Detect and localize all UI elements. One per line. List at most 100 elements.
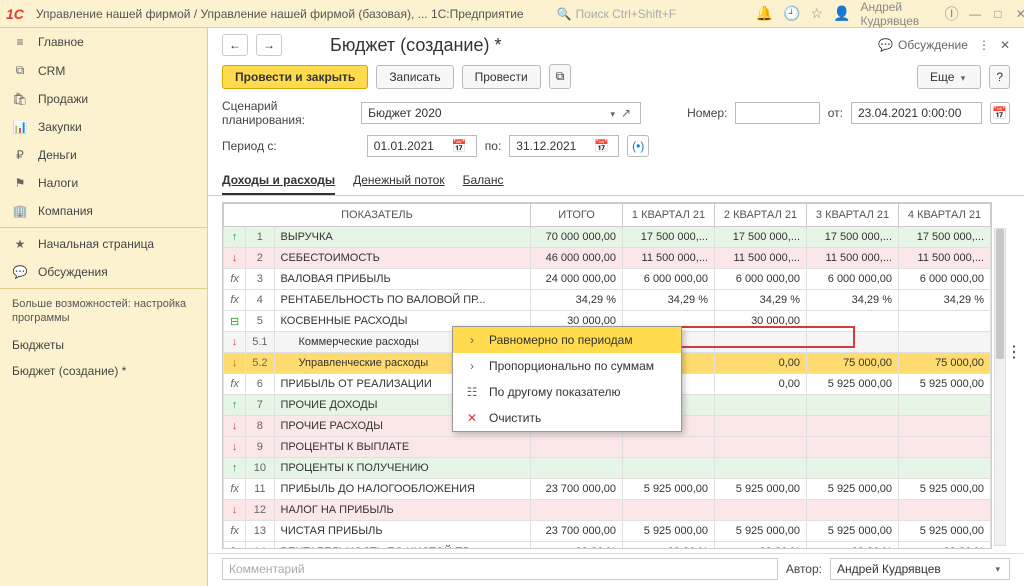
calendar-icon[interactable]: 📅 — [591, 139, 612, 153]
cell-value[interactable]: 5 925 000,00 — [807, 521, 899, 542]
cell-value[interactable] — [715, 332, 807, 353]
col-header[interactable]: 3 КВАРТАЛ 21 — [807, 204, 899, 227]
cell-value[interactable] — [531, 500, 623, 521]
cell-value[interactable]: 5 925 000,00 — [623, 521, 715, 542]
cell-value[interactable] — [807, 416, 899, 437]
cell-value[interactable]: 23 700 000,00 — [531, 479, 623, 500]
user-name[interactable]: Андрей Кудрявцев — [860, 0, 934, 28]
table-row[interactable]: ↓9ПРОЦЕНТЫ К ВЫПЛАТЕ — [224, 437, 991, 458]
cell-value[interactable]: 33,86 % — [623, 542, 715, 550]
cell-value[interactable]: 11 500 000,... — [807, 248, 899, 269]
cell-value[interactable]: 33,86 % — [531, 542, 623, 550]
col-header[interactable]: 4 КВАРТАЛ 21 — [899, 204, 991, 227]
sidebar-link-1[interactable]: Бюджеты — [0, 332, 207, 358]
context-menu-item-3[interactable]: ✕Очистить — [453, 405, 681, 431]
cell-value[interactable] — [715, 416, 807, 437]
table-row[interactable]: ↓2СЕБЕСТОИМОСТЬ46 000 000,0011 500 000,.… — [224, 248, 991, 269]
close-doc-button[interactable]: ✕ — [1000, 38, 1010, 52]
table-row[interactable]: ↑10ПРОЦЕНТЫ К ПОЛУЧЕНИЮ — [224, 458, 991, 479]
cell-value[interactable] — [899, 458, 991, 479]
sidebar-item-6[interactable]: 🏢Компания — [0, 197, 207, 225]
cell-value[interactable]: 33,86 % — [715, 542, 807, 550]
discuss-button[interactable]: 💬 Обсуждение — [878, 38, 968, 52]
calendar-button[interactable]: 📅 — [990, 102, 1011, 124]
sidebar-link-2[interactable]: Бюджет (создание) * — [0, 358, 207, 384]
cell-value[interactable] — [899, 311, 991, 332]
cell-value[interactable] — [715, 458, 807, 479]
author-combo[interactable]: Андрей Кудрявцев▾ — [830, 558, 1010, 580]
cell-value[interactable]: 0,00 — [715, 374, 807, 395]
cell-value[interactable]: 5 925 000,00 — [899, 479, 991, 500]
sidebar-item-5[interactable]: ⚑Налоги — [0, 169, 207, 197]
comment-input[interactable]: Комментарий — [222, 558, 778, 580]
star-icon[interactable]: ☆ — [810, 5, 823, 22]
context-menu-item-1[interactable]: ›Пропорционально по суммам — [453, 353, 681, 379]
sidebar-link-0[interactable]: Больше возможностей: настройка программы — [0, 291, 207, 332]
cell-value[interactable] — [623, 458, 715, 479]
cell-value[interactable] — [899, 500, 991, 521]
cell-value[interactable]: 17 500 000,... — [623, 227, 715, 248]
minimize-button[interactable]: — — [969, 5, 982, 23]
cell-value[interactable]: 23 700 000,00 — [531, 521, 623, 542]
cell-value[interactable]: 5 925 000,00 — [899, 374, 991, 395]
cell-value[interactable]: 34,29 % — [899, 290, 991, 311]
refresh-button[interactable]: (•) — [627, 135, 649, 157]
cell-value[interactable]: 17 500 000,... — [715, 227, 807, 248]
cell-value[interactable] — [807, 332, 899, 353]
cell-value[interactable]: 33,86 % — [899, 542, 991, 550]
history-icon[interactable]: 🕘 — [783, 5, 800, 22]
sidebar-sec2-item-1[interactable]: 💬Обсуждения — [0, 258, 207, 286]
col-header[interactable]: 1 КВАРТАЛ 21 — [623, 204, 715, 227]
cell-value[interactable] — [623, 500, 715, 521]
cell-value[interactable] — [623, 437, 715, 458]
cell-value[interactable]: 75 000,00 — [807, 353, 899, 374]
context-menu-item-0[interactable]: ›Равномерно по периодам — [453, 327, 681, 353]
cell-value[interactable]: 11 500 000,... — [899, 248, 991, 269]
post-and-close-button[interactable]: Провести и закрыть — [222, 65, 368, 89]
table-row[interactable]: ↓12НАЛОГ НА ПРИБЫЛЬ — [224, 500, 991, 521]
cell-value[interactable]: 33,86 % — [807, 542, 899, 550]
nav-forward-button[interactable]: → — [256, 34, 282, 56]
cell-value[interactable] — [531, 437, 623, 458]
overflow-menu-icon[interactable]: ⋮ — [1006, 350, 1022, 356]
cell-value[interactable]: 5 925 000,00 — [623, 479, 715, 500]
sidebar-item-2[interactable]: 🛍Продажи — [0, 85, 207, 113]
context-menu-item-2[interactable]: ☷По другому показателю — [453, 379, 681, 405]
cell-value[interactable]: 5 925 000,00 — [899, 521, 991, 542]
cell-value[interactable]: 24 000 000,00 — [531, 269, 623, 290]
cell-value[interactable]: 17 500 000,... — [899, 227, 991, 248]
cell-value[interactable]: 5 925 000,00 — [715, 521, 807, 542]
more-button[interactable]: Еще ▾ — [917, 65, 981, 89]
cell-value[interactable]: 46 000 000,00 — [531, 248, 623, 269]
cell-value[interactable]: 6 000 000,00 — [899, 269, 991, 290]
cell-value[interactable]: 75 000,00 — [899, 353, 991, 374]
cell-value[interactable] — [899, 437, 991, 458]
number-input[interactable] — [735, 102, 819, 124]
nav-back-button[interactable]: ← — [222, 34, 248, 56]
table-row[interactable]: fx13ЧИСТАЯ ПРИБЫЛЬ23 700 000,005 925 000… — [224, 521, 991, 542]
col-header[interactable]: ПОКАЗАТЕЛЬ — [224, 204, 531, 227]
cell-value[interactable]: 70 000 000,00 — [531, 227, 623, 248]
sidebar-item-0[interactable]: ≡Главное — [0, 28, 207, 56]
chevron-down-icon[interactable]: ▾ — [608, 109, 619, 119]
cell-value[interactable] — [807, 458, 899, 479]
vertical-scrollbar[interactable] — [994, 228, 1006, 546]
tab-cashflow[interactable]: Денежный поток — [353, 169, 444, 195]
cell-value[interactable] — [807, 437, 899, 458]
sidebar-item-4[interactable]: ₽Деньги — [0, 141, 207, 169]
cell-value[interactable]: 0,00 — [715, 353, 807, 374]
cell-value[interactable] — [807, 395, 899, 416]
open-ref-icon[interactable]: ↗ — [618, 106, 634, 120]
tab-balance[interactable]: Баланс — [463, 169, 504, 195]
tab-income-expense[interactable]: Доходы и расходы — [222, 169, 335, 195]
cell-value[interactable] — [715, 437, 807, 458]
cell-value[interactable] — [715, 500, 807, 521]
cell-value[interactable] — [807, 311, 899, 332]
calendar-icon[interactable]: 📅 — [449, 139, 470, 153]
close-window-button[interactable]: ✕ — [1014, 5, 1024, 23]
cell-value[interactable]: 34,29 % — [531, 290, 623, 311]
sidebar-item-1[interactable]: ⧉CRM — [0, 56, 207, 85]
cell-value[interactable] — [807, 500, 899, 521]
cell-value[interactable] — [899, 416, 991, 437]
col-header[interactable]: ИТОГО — [531, 204, 623, 227]
